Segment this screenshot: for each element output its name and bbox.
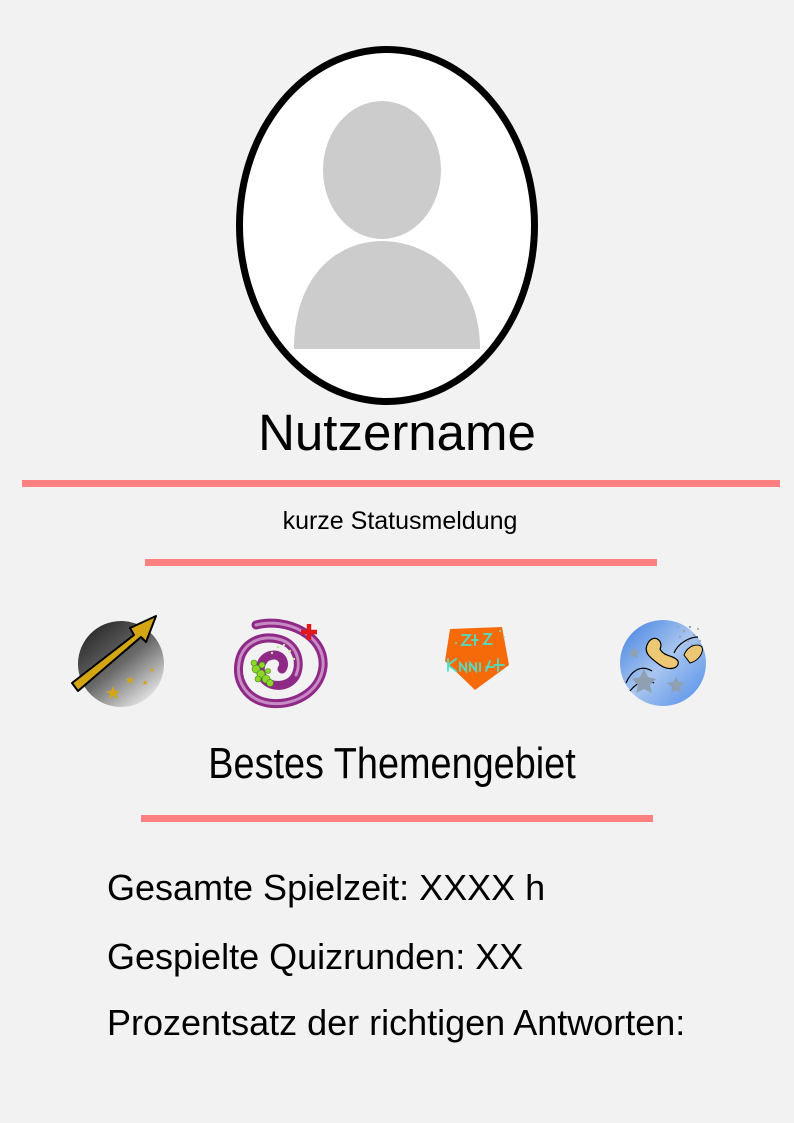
blue-space-badge-icon	[620, 620, 706, 706]
badge-blue-space[interactable]	[618, 615, 714, 716]
person-placeholder-icon	[294, 101, 480, 349]
profile-avatar[interactable]	[236, 46, 538, 405]
best-topic-divider	[141, 815, 653, 822]
badge-spiral[interactable]	[233, 617, 330, 714]
badge-arrow-stars[interactable]	[64, 610, 168, 719]
username-divider	[22, 480, 780, 487]
status-divider	[145, 559, 657, 566]
best-topic-label: Bestes Themengebiet	[208, 739, 576, 788]
stat-total-playtime: Gesamte Spielzeit: XXXX h	[107, 867, 546, 908]
status-message: kurze Statusmeldung	[282, 507, 518, 535]
badge-art-pentagon[interactable]	[442, 623, 514, 700]
art-pentagon-badge-icon	[445, 627, 509, 690]
arrow-stars-badge-icon	[71, 615, 164, 707]
username: Nutzername	[258, 404, 536, 461]
stat-correct-percentage: Prozentsatz der richtigen Antworten:	[107, 1002, 686, 1043]
stat-quiz-rounds: Gespielte Quizrunden: XX	[107, 936, 524, 977]
spiral-badge-icon	[233, 618, 328, 709]
